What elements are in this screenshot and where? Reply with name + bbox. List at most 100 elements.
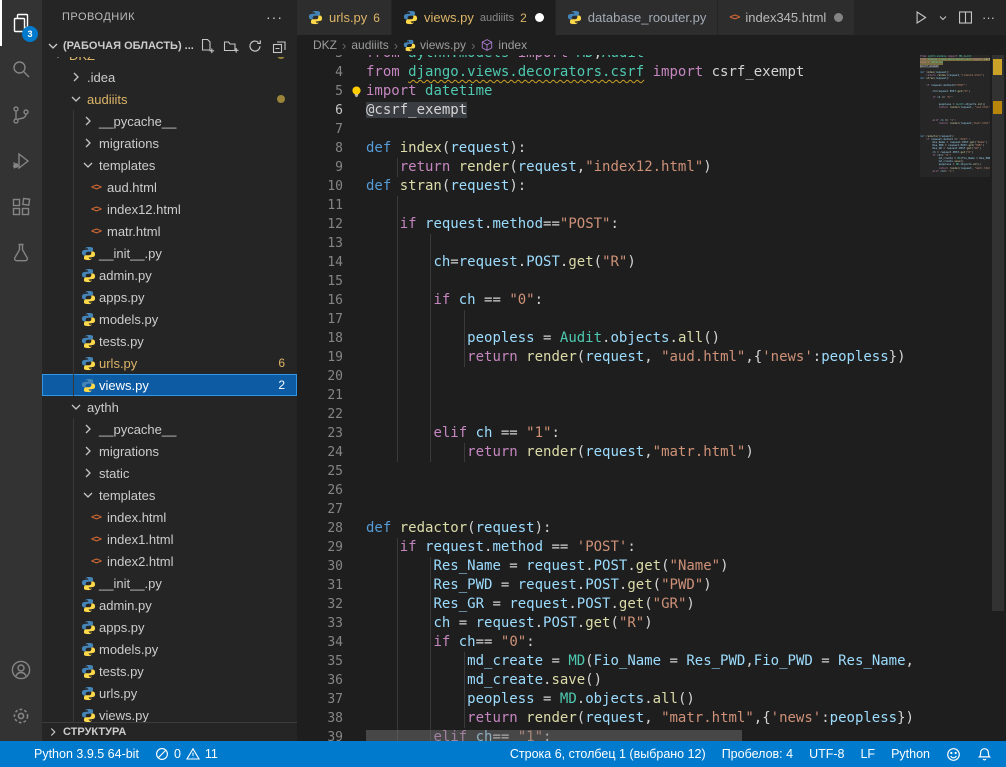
notifications-bell-icon[interactable]	[969, 741, 1000, 767]
tree-item-__init__.py[interactable]: __init__.py	[42, 242, 297, 264]
tree-item-templates[interactable]: templates	[42, 484, 297, 506]
tab-index345-html[interactable]: <> index345.html	[718, 0, 855, 35]
code-line-13[interactable]: 13	[297, 234, 920, 253]
tree-item-urls.py[interactable]: urls.py6	[42, 352, 297, 374]
encoding-status[interactable]: UTF-8	[801, 741, 852, 767]
code-line-25[interactable]: 25	[297, 462, 920, 481]
tree-item-matr.html[interactable]: <>matr.html	[42, 220, 297, 242]
tree-item-apps.py[interactable]: apps.py	[42, 616, 297, 638]
language-mode-status[interactable]: Python	[883, 741, 938, 767]
tree-item-views.py[interactable]: views.py2	[42, 374, 297, 396]
problems-status[interactable]: 0 11	[147, 741, 226, 767]
tree-item-audiiits[interactable]: audiiits	[42, 88, 297, 110]
tree-item-DKZ[interactable]: DKZ	[42, 57, 297, 66]
unsaved-dot-icon[interactable]	[535, 13, 544, 22]
more-actions-icon[interactable]: ···	[979, 7, 998, 28]
code-line-31[interactable]: 31 Res_PWD = request.POST.get("PWD")	[297, 576, 920, 595]
code-line-5[interactable]: 5import datetime	[297, 82, 920, 101]
code-line-16[interactable]: 16 if ch == "0":	[297, 291, 920, 310]
code-line-32[interactable]: 32 Res_GR = request.POST.get("GR")	[297, 595, 920, 614]
tree-item-models.py[interactable]: models.py	[42, 308, 297, 330]
code-line-23[interactable]: 23 elif ch == "1":	[297, 424, 920, 443]
minimap-viewport[interactable]	[920, 55, 990, 177]
feedback-smiley-icon[interactable]	[938, 741, 969, 767]
tree-item-index.html[interactable]: <>index.html	[42, 506, 297, 528]
source-control-icon[interactable]	[0, 92, 42, 138]
code-line-4[interactable]: 4from django.views.decorators.csrf impor…	[297, 63, 920, 82]
code-line-10[interactable]: 10def stran(request):	[297, 177, 920, 196]
eol-status[interactable]: LF	[852, 741, 883, 767]
workspace-section-header[interactable]: (РАБОЧАЯ ОБЛАСТЬ) ...	[42, 35, 297, 57]
code-line-29[interactable]: 29 if request.method == 'POST':	[297, 538, 920, 557]
unsaved-dot-icon[interactable]	[834, 13, 843, 22]
outline-section-header[interactable]: СТРУКТУРА	[42, 722, 297, 741]
code-line-26[interactable]: 26	[297, 481, 920, 500]
search-icon[interactable]	[0, 46, 42, 92]
code-line-27[interactable]: 27	[297, 500, 920, 519]
tree-item-__pycache__[interactable]: __pycache__	[42, 110, 297, 132]
code-line-19[interactable]: 19 return render(request, "aud.html",{'n…	[297, 348, 920, 367]
indentation-status[interactable]: Пробелов: 4	[714, 741, 801, 767]
code-line-30[interactable]: 30 Res_Name = request.POST.get("Name")	[297, 557, 920, 576]
tree-item-tests.py[interactable]: tests.py	[42, 330, 297, 352]
code-line-17[interactable]: 17	[297, 310, 920, 329]
code-line-38[interactable]: 38 return render(request, "matr.html",{'…	[297, 709, 920, 728]
code-line-21[interactable]: 21	[297, 386, 920, 405]
account-icon[interactable]	[0, 647, 42, 693]
tree-item-.idea[interactable]: .idea	[42, 66, 297, 88]
breadcrumb-item[interactable]: DKZ	[313, 38, 337, 52]
tree-item-index2.html[interactable]: <>index2.html	[42, 550, 297, 572]
code-line-28[interactable]: 28def redactor(request):	[297, 519, 920, 538]
explorer-icon[interactable]: 3	[0, 0, 42, 46]
code-line-14[interactable]: 14 ch=request.POST.get("R")	[297, 253, 920, 272]
extensions-icon[interactable]	[0, 184, 42, 230]
code-line-22[interactable]: 22	[297, 405, 920, 424]
code-line-20[interactable]: 20	[297, 367, 920, 386]
tree-item-urls.py[interactable]: urls.py	[42, 682, 297, 704]
testing-icon[interactable]	[0, 230, 42, 276]
tab-views-py[interactable]: views.py audiiits 2	[392, 0, 556, 35]
lightbulb-icon[interactable]	[350, 85, 363, 98]
vertical-scrollbar[interactable]	[992, 55, 1004, 611]
code-line-37[interactable]: 37 peopless = MD.objects.all()	[297, 690, 920, 709]
tree-item-migrations[interactable]: migrations	[42, 440, 297, 462]
tab-database-roouter-py[interactable]: database_roouter.py	[556, 0, 719, 35]
tree-item-migrations[interactable]: migrations	[42, 132, 297, 154]
code-line-7[interactable]: 7	[297, 120, 920, 139]
run-debug-icon[interactable]	[0, 138, 42, 184]
tree-item-views.py[interactable]: views.py	[42, 704, 297, 722]
tree-item-static[interactable]: static	[42, 462, 297, 484]
code-line-33[interactable]: 33 ch = request.POST.get("R")	[297, 614, 920, 633]
code-line-8[interactable]: 8def index(request):	[297, 139, 920, 158]
code-line-36[interactable]: 36 md_create.save()	[297, 671, 920, 690]
breadcrumb-item[interactable]: views.py	[403, 38, 466, 52]
settings-gear-icon[interactable]	[0, 693, 42, 739]
tree-item-tests.py[interactable]: tests.py	[42, 660, 297, 682]
collapse-folders-icon[interactable]	[271, 38, 287, 54]
tree-item-apps.py[interactable]: apps.py	[42, 286, 297, 308]
code-line-6[interactable]: 6@csrf_exempt	[297, 101, 920, 120]
code-line-18[interactable]: 18 peopless = Audit.objects.all()	[297, 329, 920, 348]
tree-item-admin.py[interactable]: admin.py	[42, 594, 297, 616]
tree-item-aythh[interactable]: aythh	[42, 396, 297, 418]
horizontal-scrollbar[interactable]	[366, 730, 742, 741]
new-file-icon[interactable]	[199, 38, 215, 54]
run-file-icon[interactable]	[909, 6, 932, 29]
code-line-11[interactable]: 11	[297, 196, 920, 215]
tree-item-models.py[interactable]: models.py	[42, 638, 297, 660]
code-line-34[interactable]: 34 if ch== "0":	[297, 633, 920, 652]
breadcrumb-item-symbol[interactable]: index	[480, 38, 527, 52]
tree-item-__pycache__[interactable]: __pycache__	[42, 418, 297, 440]
code-line-35[interactable]: 35 md_create = MD(Fio_Name = Res_PWD,Fio…	[297, 652, 920, 671]
explorer-more-actions-icon[interactable]: ···	[266, 0, 283, 35]
split-editor-icon[interactable]	[954, 6, 977, 29]
breadcrumb-item[interactable]: audiiits	[351, 38, 388, 52]
python-interpreter-status[interactable]: Python 3.9.5 64-bit	[26, 741, 147, 767]
cursor-position-status[interactable]: Строка 6, столбец 1 (выбрано 12)	[502, 741, 714, 767]
code-line-24[interactable]: 24 return render(request,"matr.html")	[297, 443, 920, 462]
code-line-9[interactable]: 9 return render(request,"index12.html")	[297, 158, 920, 177]
tree-item-templates[interactable]: templates	[42, 154, 297, 176]
tree-item-index1.html[interactable]: <>index1.html	[42, 528, 297, 550]
code-editor[interactable]: 3from aythh.models import MD,Audit4from …	[297, 55, 1006, 741]
tree-item-aud.html[interactable]: <>aud.html	[42, 176, 297, 198]
